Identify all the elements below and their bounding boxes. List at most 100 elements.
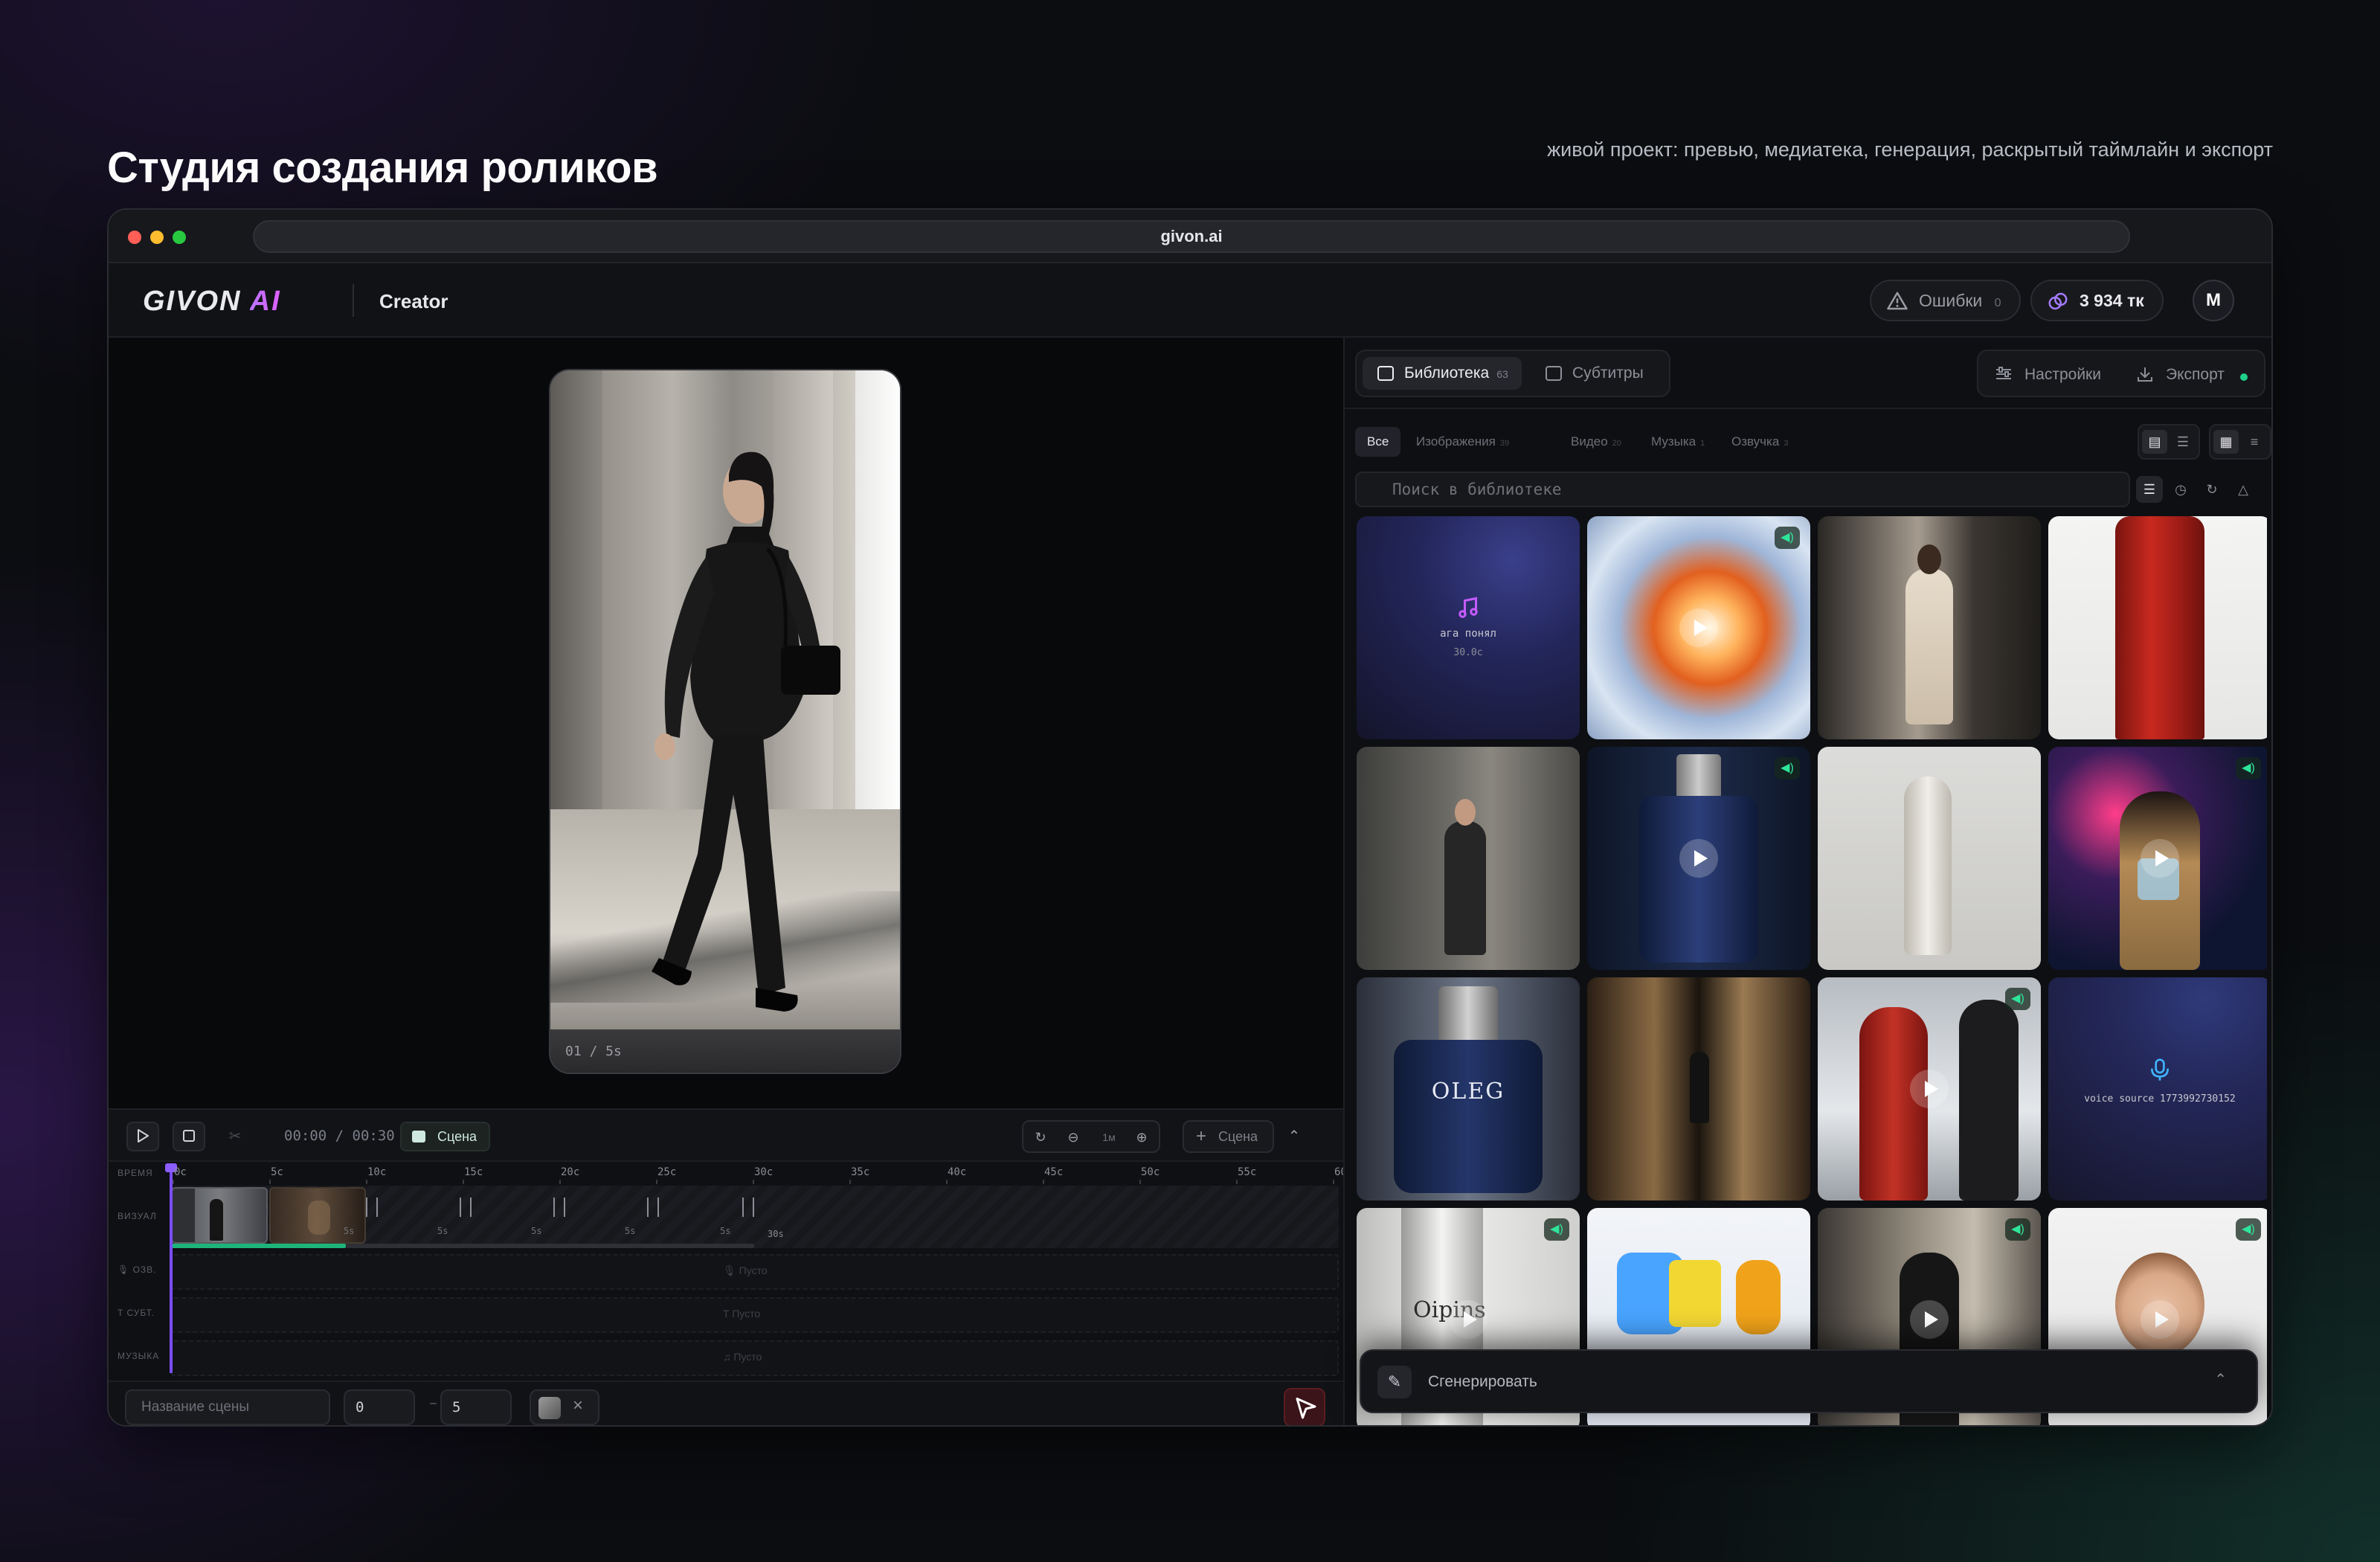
media-tile-voice-source[interactable]: voice source 1773992730152 (2048, 977, 2267, 1201)
list-view-icon[interactable]: ≡ (2242, 430, 2267, 454)
media-tile-audio[interactable]: ага понял 30.0с (1357, 516, 1580, 739)
tab-library[interactable]: Библиотека 63 (1363, 357, 1522, 390)
chevron-up-icon[interactable]: ⌃ (2214, 1370, 2227, 1389)
clip-boundary-marker[interactable] (742, 1198, 744, 1217)
grid-view-icon[interactable]: ▦ (2213, 430, 2239, 454)
voice-track[interactable]: 🎙 Пусто (171, 1254, 1339, 1290)
view-toggle: ▦ ≡ (2209, 424, 2271, 460)
minimize-window-button[interactable] (150, 231, 164, 244)
reset-zoom-icon[interactable]: ↻ (1028, 1126, 1053, 1148)
play-overlay-icon[interactable] (1679, 839, 1718, 878)
export-button[interactable]: Экспорт (2136, 360, 2225, 390)
library-filters: Все Изображения 39 Видео 20 Музыка 1 Озвучк… (1345, 409, 2271, 472)
add-scene-button[interactable]: + Сцена (1183, 1120, 1275, 1153)
collapse-timeline-button[interactable]: ⌃ (1281, 1123, 1308, 1150)
page-subtitle: живой проект: превью, медиатека, генерац… (1547, 138, 2273, 161)
timeline-panel: ✂ 00:00 / 00:30 Сцена ↻ ⊖ 1м ⊕ + Сцена ⌃… (109, 1108, 1353, 1425)
zoom-controls: ↻ ⊖ 1м ⊕ (1022, 1120, 1160, 1153)
alert-icon[interactable]: △ (2230, 476, 2257, 503)
media-tile-dark-coat[interactable] (1357, 747, 1580, 970)
refresh-icon[interactable]: ↻ (2199, 476, 2225, 503)
playhead[interactable] (165, 1163, 177, 1373)
filter-icon[interactable]: ☰ (2136, 476, 2163, 503)
zoom-out-icon[interactable]: ⊖ (1061, 1126, 1086, 1148)
clip-boundary-marker[interactable] (753, 1198, 754, 1217)
clip-length-label: 5s (720, 1226, 731, 1236)
media-tile-venus-statue[interactable] (1818, 747, 2041, 970)
media-tile-neon-girl[interactable]: ◀) (2048, 747, 2267, 970)
clip-boundary-marker[interactable] (657, 1198, 659, 1217)
clip-boundary-marker[interactable] (376, 1198, 378, 1217)
clock-icon[interactable]: ◷ (2167, 476, 2194, 503)
close-window-button[interactable] (128, 231, 141, 244)
timeline-time: 00:00 / 00:30 (284, 1128, 395, 1144)
export-label: Экспорт (2166, 366, 2225, 383)
filter-images[interactable]: Изображения 39 (1409, 427, 1517, 457)
tab-subtitles[interactable]: Субтитры (1531, 357, 1657, 390)
play-overlay-icon[interactable] (1910, 1300, 1949, 1339)
media-tile-red-coat-clouds[interactable]: ◀) (1818, 977, 2041, 1201)
filter-voice-count: 3 (1784, 439, 1789, 448)
cut-button[interactable]: ✂ (219, 1122, 251, 1151)
zoom-in-icon[interactable]: ⊕ (1129, 1126, 1154, 1148)
scene-name-input[interactable] (125, 1389, 330, 1425)
maximize-window-button[interactable] (173, 231, 186, 244)
givon-logo[interactable]: GIVON AI (143, 286, 281, 318)
user-avatar[interactable]: M (2193, 280, 2234, 321)
play-overlay-icon[interactable] (2141, 839, 2179, 878)
ruler-tick (463, 1180, 464, 1184)
stop-button[interactable] (173, 1122, 205, 1151)
sound-icon: ◀) (1775, 527, 1800, 549)
magic-wand-icon: ✎ (1377, 1366, 1412, 1398)
address-bar[interactable]: givon.ai (253, 220, 2130, 253)
media-tile-red-coat[interactable] (2048, 516, 2267, 739)
audio-duration: 30.0с (1453, 647, 1483, 658)
tab-library-count: 63 (1496, 368, 1508, 380)
ruler-tick-label: 55с (1238, 1166, 1257, 1178)
generate-bar[interactable]: ✎ Сгенерировать ⌃ (1360, 1349, 2258, 1413)
clip-boundary-marker[interactable] (470, 1198, 472, 1217)
filter-all[interactable]: Все (1355, 427, 1401, 457)
select-tool-button[interactable] (1284, 1388, 1325, 1425)
tokens-button[interactable]: 3 934 тк (2030, 280, 2164, 321)
play-button[interactable] (126, 1122, 159, 1151)
logo-divider (353, 284, 354, 317)
media-tile-oleg-perfume[interactable]: OLEG (1357, 977, 1580, 1201)
media-tile-blue-perfume[interactable]: ◀) (1587, 747, 1810, 970)
rows-numbered-icon[interactable]: ☰ (2170, 430, 2196, 454)
subtitle-track[interactable]: T Пусто (171, 1297, 1339, 1333)
clip-boundary-marker[interactable] (366, 1198, 367, 1217)
settings-button[interactable]: Настройки (1995, 360, 2101, 390)
filter-voice[interactable]: Озвучка 3 (1724, 427, 1795, 457)
density-toggle: ▤ ☰ (2138, 424, 2200, 460)
play-overlay-icon[interactable] (1679, 608, 1718, 647)
scene-end-input[interactable] (440, 1389, 512, 1425)
subs-track-label: СУБТ. (126, 1308, 155, 1318)
play-overlay-icon[interactable] (1449, 1300, 1488, 1339)
clip-boundary-marker[interactable] (564, 1198, 565, 1217)
ruler-tick (1236, 1180, 1238, 1184)
media-tile-corridor[interactable] (1587, 977, 1810, 1201)
scene-mode-chip[interactable]: Сцена (400, 1122, 491, 1151)
filter-music[interactable]: Музыка 1 (1644, 427, 1712, 457)
media-tile-beige-suit[interactable] (1818, 516, 2041, 739)
scene-start-input[interactable] (344, 1389, 415, 1425)
clip-boundary-marker[interactable] (647, 1198, 649, 1217)
ruler-tick (559, 1180, 561, 1184)
play-overlay-icon[interactable] (1910, 1070, 1949, 1108)
music-track[interactable]: ♫ Пусто (171, 1340, 1339, 1376)
video-preview[interactable]: 01 / 5s (549, 369, 901, 1074)
remove-media-icon[interactable]: × (573, 1395, 583, 1416)
play-overlay-icon[interactable] (2141, 1300, 2179, 1339)
filter-video[interactable]: Видео 20 (1563, 427, 1629, 457)
scene-media-chip[interactable]: × (530, 1389, 599, 1425)
library-search-input[interactable] (1355, 472, 2130, 507)
track-label-music: МУЗЫКА (118, 1351, 160, 1361)
clip-boundary-marker[interactable] (460, 1198, 461, 1217)
clip-boundary-marker[interactable] (553, 1198, 555, 1217)
ruler-tick-label: 10с (367, 1166, 387, 1178)
rows-compact-icon[interactable]: ▤ (2142, 430, 2167, 454)
media-tile-crystal-explosion[interactable]: ◀) (1587, 516, 1810, 739)
errors-button[interactable]: Ошибки 0 (1870, 280, 2021, 321)
timeline-clip-1[interactable] (171, 1187, 268, 1244)
